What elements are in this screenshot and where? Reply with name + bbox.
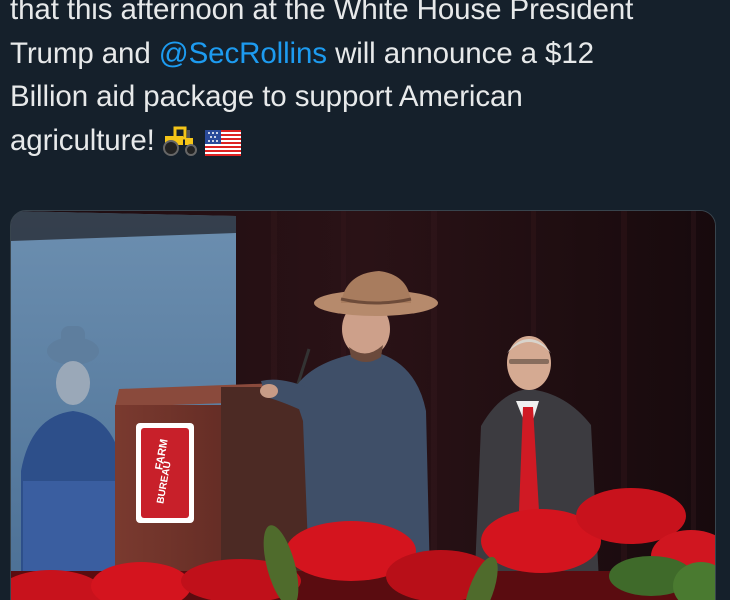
tweet-line-1: that this afternoon at the White House P…: [10, 0, 634, 26]
mention-link[interactable]: @SecRollins: [159, 37, 327, 70]
farm-bureau-sign: FARM BUREAU: [136, 423, 194, 523]
tweet-line-3: Billion aid package to support American: [10, 80, 523, 113]
video-media[interactable]: FARM BUREAU: [10, 210, 716, 600]
tractor-emoji-icon: [161, 125, 199, 169]
tweet-text: that this afternoon at the White House P…: [10, 0, 722, 168]
tweet-line-2-prefix: Trump and: [10, 36, 159, 70]
tweet-line-4: agriculture!: [10, 119, 722, 169]
tweet-line-2: Trump and @SecRollins will announce a $1…: [10, 32, 722, 76]
tweet-line-2-suffix: will announce a $12: [326, 36, 594, 70]
us-flag-emoji-icon: [204, 125, 241, 169]
tweet-line-4-text: agriculture!: [10, 123, 155, 157]
video-frame-image: FARM BUREAU: [11, 211, 715, 600]
